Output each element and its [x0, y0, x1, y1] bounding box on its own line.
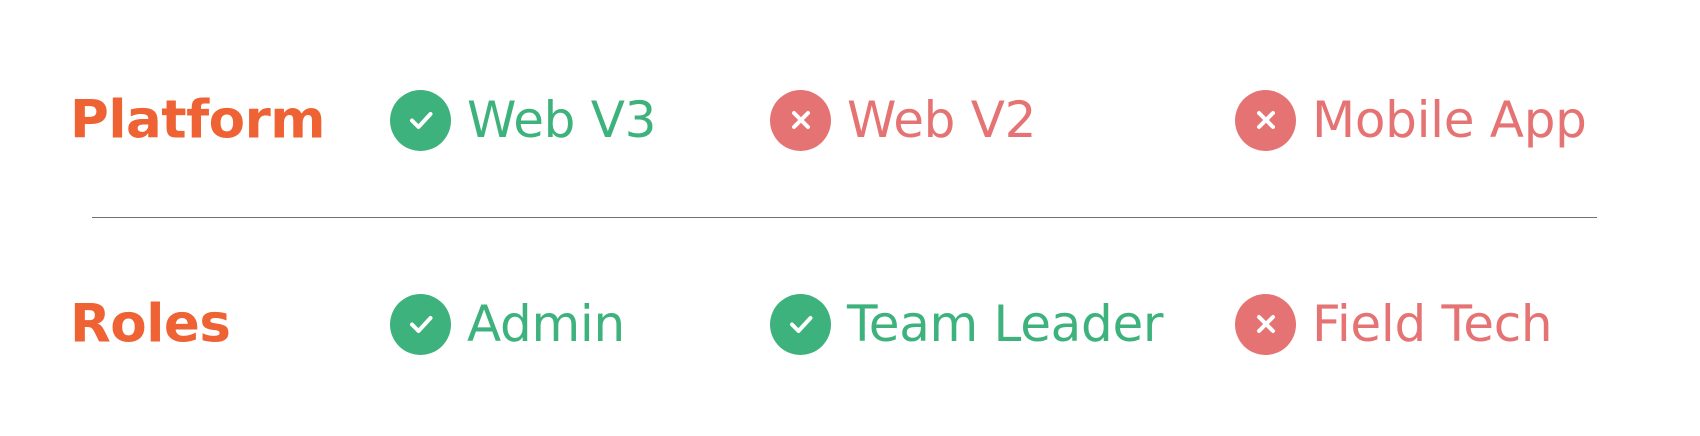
roles-admin-item: Admin	[390, 292, 625, 356]
platform-web-v3-label: Web V3	[467, 91, 657, 149]
check-icon	[390, 89, 451, 151]
roles-admin-label: Admin	[467, 295, 625, 353]
x-icon	[770, 89, 831, 151]
platform-mobile-app-item: Mobile App	[1235, 88, 1587, 152]
roles-field-tech-label: Field Tech	[1312, 295, 1553, 353]
roles-team-leader-label: Team Leader	[847, 295, 1164, 353]
platform-row: Platform Web V3 Web V2 Mobile App	[0, 70, 1700, 170]
platform-label: Platform	[70, 89, 325, 151]
check-icon	[770, 293, 831, 355]
section-divider	[92, 217, 1597, 218]
platform-web-v2-label: Web V2	[847, 91, 1037, 149]
roles-row: Roles Admin Team Leader Field Tech	[0, 274, 1700, 374]
platform-mobile-app-label: Mobile App	[1312, 91, 1587, 149]
platform-web-v2-item: Web V2	[770, 88, 1036, 152]
platform-web-v3-item: Web V3	[390, 88, 656, 152]
roles-field-tech-item: Field Tech	[1235, 292, 1553, 356]
roles-team-leader-item: Team Leader	[770, 292, 1163, 356]
x-icon	[1235, 293, 1296, 355]
roles-label: Roles	[70, 293, 231, 355]
check-icon	[390, 293, 451, 355]
x-icon	[1235, 89, 1296, 151]
